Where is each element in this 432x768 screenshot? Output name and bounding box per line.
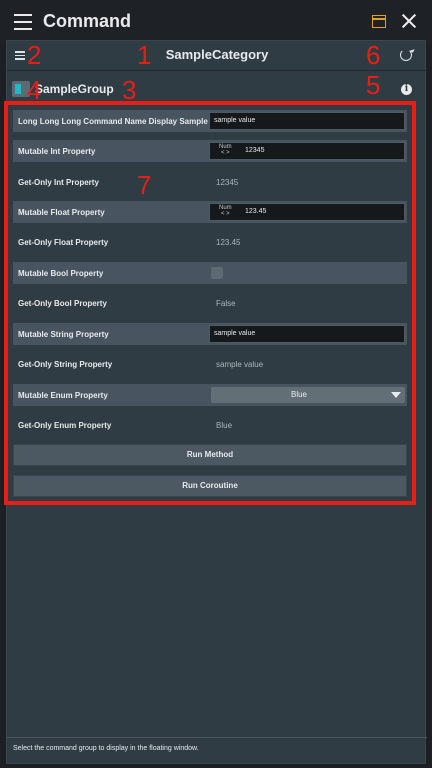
floating-window-icon[interactable] [372,15,386,28]
title-bar: Command [0,0,432,44]
refresh-icon[interactable] [400,49,412,61]
annotation-label-1: 1 [137,40,152,70]
annotation-label-4: 4 [27,75,42,105]
status-text: Select the command group to display in t… [13,745,199,752]
category-title: SampleCategory [165,47,269,62]
annotation-label-2: 2 [27,40,42,70]
window-title: Command [43,11,132,31]
hamburger-menu-icon[interactable] [14,14,32,30]
annotation-label-3: 3 [122,75,137,105]
group-title: SampleGroup [35,82,114,96]
status-divider [7,737,427,738]
annotation-highlight-box [4,101,416,505]
annotation-label-5: 5 [366,70,381,100]
annotation-label-6: 6 [366,40,381,70]
annotation-label-7: 7 [137,170,152,200]
category-bar: SampleCategory [7,41,427,71]
category-divider [7,70,427,71]
close-icon[interactable] [402,14,416,28]
info-icon[interactable]: i [401,84,412,95]
